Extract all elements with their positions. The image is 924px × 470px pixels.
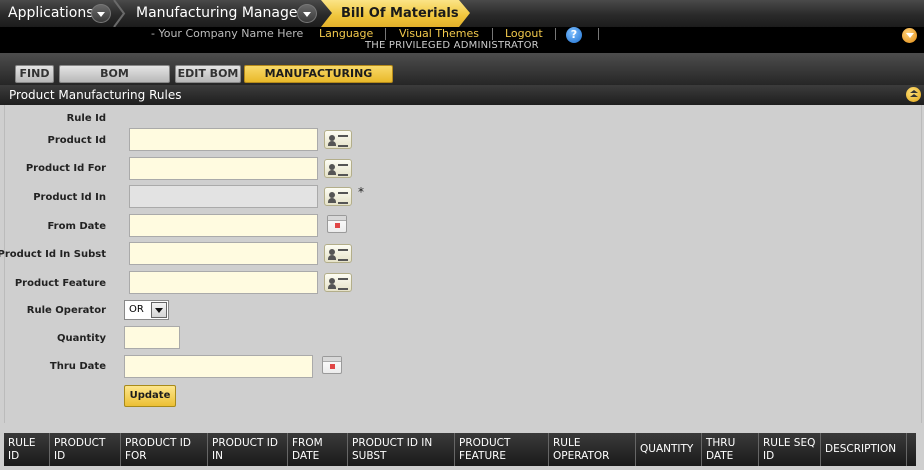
from-date-label: From Date <box>47 221 106 232</box>
product-id-in-lookup-icon[interactable] <box>324 187 352 206</box>
thru-date-label: Thru Date <box>49 361 106 372</box>
quantity-label: Quantity <box>57 333 106 344</box>
column-header-product-id-for[interactable]: PRODUCT ID FOR <box>121 433 208 466</box>
header-divider <box>555 28 556 40</box>
product-feature-input[interactable] <box>129 271 318 294</box>
help-icon[interactable]: ? <box>566 27 582 43</box>
required-marker: * <box>358 185 364 199</box>
user-name: THE PRIVILEGED ADMINISTRATOR <box>365 40 539 51</box>
product-id-for-label: Product Id For <box>25 163 106 174</box>
column-header-product-id-in[interactable]: PRODUCT ID IN <box>208 433 288 466</box>
rule-id-label: Rule Id <box>66 113 106 124</box>
breadcrumb-manufacturing-label: Manufacturing Manager <box>136 5 304 21</box>
collapse-icon[interactable] <box>906 87 921 102</box>
product-id-input[interactable] <box>129 128 318 151</box>
calendar-icon[interactable] <box>322 356 342 374</box>
product-id-in-input[interactable] <box>129 185 318 208</box>
tab-manufacturing-rules[interactable]: MANUFACTURING RULES <box>244 65 393 96</box>
chevron-down-icon <box>91 4 111 23</box>
visual-themes-link[interactable]: Visual Themes <box>399 27 479 40</box>
product-id-lookup-icon[interactable] <box>324 130 352 149</box>
column-header-rule-seq-id[interactable]: RULE SEQ ID <box>759 433 821 466</box>
chevron-down-icon <box>151 302 167 318</box>
manufacturing-dropdown-button[interactable] <box>297 0 319 27</box>
app-breadcrumb-bar: Applications Manufacturing Manager Bill … <box>0 0 924 27</box>
column-header-product-id-in-subst[interactable]: PRODUCT ID IN SUBST <box>348 433 455 466</box>
header-strip: - Your Company Name Here Language Visual… <box>0 27 924 53</box>
product-id-in-label: Product Id In <box>33 192 106 203</box>
results-table: RULE ID PRODUCT ID PRODUCT ID FOR PRODUC… <box>0 430 924 470</box>
product-feature-label: Product Feature <box>14 278 106 289</box>
rule-operator-label: Rule Operator <box>26 305 106 316</box>
breadcrumb-manufacturing-manager[interactable]: Manufacturing Manager <box>136 0 303 27</box>
screenlet-title: Product Manufacturing Rules <box>0 85 924 105</box>
header-divider <box>385 28 386 40</box>
company-name: - Your Company Name Here <box>151 27 304 40</box>
rule-operator-select[interactable]: OR <box>124 300 169 320</box>
breadcrumb-applications-label: Applications <box>8 5 94 21</box>
tab-edit-bom[interactable]: EDIT BOM <box>175 65 241 83</box>
quantity-input[interactable] <box>124 326 180 349</box>
column-header-rule-id[interactable]: RULE ID <box>4 433 50 466</box>
column-header-product-id[interactable]: PRODUCT ID <box>50 433 121 466</box>
header-divider <box>492 28 493 40</box>
column-header-thru-date[interactable]: THRU DATE <box>702 433 759 466</box>
calendar-icon[interactable] <box>327 215 347 233</box>
column-header-product-feature[interactable]: PRODUCT FEATURE <box>455 433 549 466</box>
column-header-rule-operator[interactable]: RULE OPERATOR <box>549 433 636 466</box>
product-id-for-input[interactable] <box>129 157 318 180</box>
from-date-input[interactable] <box>129 214 318 237</box>
preferences-dropdown-icon[interactable] <box>902 28 917 43</box>
breadcrumb-applications[interactable]: Applications <box>8 0 94 27</box>
product-id-in-subst-input[interactable] <box>129 242 318 265</box>
screenlet-title-text: Product Manufacturing Rules <box>9 88 182 102</box>
language-link[interactable]: Language <box>319 27 373 40</box>
table-header-row: RULE ID PRODUCT ID PRODUCT ID FOR PRODUC… <box>4 433 916 466</box>
column-header-description[interactable]: DESCRIPTION <box>821 433 907 466</box>
column-header-from-date[interactable]: FROM DATE <box>288 433 348 466</box>
tab-bom-simulation[interactable]: BOM SIMULATION <box>59 65 170 96</box>
breadcrumb-current-label: Bill Of Materials <box>341 6 459 21</box>
breadcrumb-separator-icon <box>113 0 126 27</box>
product-feature-lookup-icon[interactable] <box>324 273 352 292</box>
product-id-for-lookup-icon[interactable] <box>324 159 352 178</box>
product-id-in-subst-label: Product Id In Subst <box>0 249 106 260</box>
tab-bar: FIND BOM SIMULATION EDIT BOM MANUFACTURI… <box>0 53 924 96</box>
logout-link[interactable]: Logout <box>505 27 543 40</box>
product-id-label: Product Id <box>47 135 106 146</box>
update-button[interactable]: Update <box>124 385 176 407</box>
column-header-quantity[interactable]: QUANTITY <box>636 433 702 466</box>
thru-date-input[interactable] <box>124 355 313 378</box>
product-id-in-subst-lookup-icon[interactable] <box>324 244 352 263</box>
tab-find[interactable]: FIND <box>15 65 54 83</box>
header-divider <box>598 28 599 40</box>
rule-operator-value: OR <box>129 304 144 315</box>
breadcrumb-bill-of-materials[interactable]: Bill Of Materials <box>321 0 470 27</box>
chevron-down-icon <box>297 4 317 23</box>
applications-dropdown-button[interactable] <box>91 0 113 27</box>
